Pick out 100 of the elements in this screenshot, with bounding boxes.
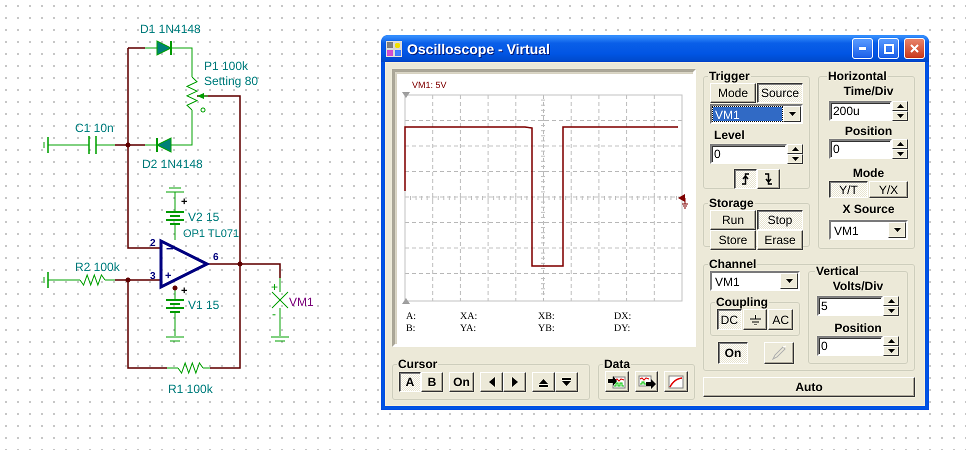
previous-button[interactable] — [480, 372, 503, 392]
spin-up-button[interactable] — [883, 296, 899, 306]
group-title: Channel — [708, 257, 758, 271]
spin-down-button[interactable] — [892, 111, 908, 121]
up-triangle-icon — [792, 147, 798, 151]
pin-number: 2 — [150, 238, 156, 249]
wire — [174, 312, 176, 336]
cursor-readout: YB: — [538, 323, 556, 335]
ground-icon — [750, 314, 760, 324]
down-arrow-icon — [562, 378, 571, 386]
close-button[interactable] — [904, 38, 925, 59]
cursor-readout: XA: — [460, 311, 478, 323]
time-div-field[interactable]: 200u — [829, 101, 892, 121]
pin-number: 3 — [150, 271, 156, 282]
polarity-mark: - — [272, 307, 276, 321]
cursor-button[interactable]: A — [399, 372, 421, 392]
ground-symbol — [166, 188, 184, 192]
spin-up-button[interactable] — [892, 139, 908, 149]
field-label: Position — [833, 320, 883, 336]
volts-div-field[interactable]: 5 — [817, 296, 883, 316]
polarity-mark: + — [165, 270, 172, 282]
component-label: C1 10n — [75, 121, 114, 135]
component-label: Setting 80 — [204, 74, 258, 88]
move-down-button[interactable] — [555, 372, 578, 392]
cursor-readout: DX: — [614, 311, 632, 323]
level-field[interactable]: 0 — [710, 144, 787, 164]
opamp-symbol — [160, 238, 210, 290]
spin-up-button[interactable] — [787, 144, 803, 154]
trigger-tab[interactable]: Source — [757, 83, 803, 103]
position-field[interactable]: 0 — [829, 139, 892, 159]
caret-icon — [786, 279, 792, 283]
minimize-button[interactable] — [852, 38, 873, 59]
cursor-readout: B: — [406, 323, 416, 335]
app-icon — [386, 40, 402, 56]
storage-button[interactable]: Run — [710, 210, 756, 230]
wire — [170, 48, 192, 78]
curve-button[interactable] — [664, 371, 688, 392]
field-label: X Source — [841, 201, 896, 217]
chart-to-arrow-icon — [638, 374, 656, 388]
wire — [174, 288, 176, 300]
junction-dot — [126, 142, 130, 148]
component-label: VM1 — [289, 295, 314, 309]
cursor-marker-icon — [402, 92, 410, 98]
source-dropdown[interactable]: VM1 — [710, 104, 803, 124]
group-title: Data — [603, 357, 632, 371]
component-label: V1 15 — [188, 298, 220, 312]
coupling-button[interactable]: AC — [768, 309, 794, 330]
wire — [174, 224, 176, 240]
field-label: Mode — [852, 165, 886, 181]
storage-button[interactable]: Stop — [757, 210, 803, 230]
channel-dropdown[interactable]: VM1 — [710, 271, 800, 291]
move-up-button[interactable] — [532, 372, 555, 392]
spin-up-button[interactable] — [883, 336, 899, 346]
ground-symbol — [166, 336, 184, 342]
cursor-readout: DY: — [614, 323, 632, 335]
group-title: Horizontal — [827, 69, 888, 83]
caret-icon — [788, 112, 796, 116]
slope-button[interactable] — [734, 169, 756, 189]
spin-down-button[interactable] — [787, 154, 803, 164]
left-arrow-icon — [488, 377, 494, 387]
maximize-button[interactable] — [878, 38, 899, 59]
spin-down-button[interactable] — [883, 346, 899, 356]
polarity-mark: + — [181, 196, 188, 208]
storage-button[interactable]: Erase — [757, 230, 803, 250]
up-triangle-icon — [896, 104, 904, 108]
pen-icon — [771, 345, 787, 361]
curve-chart-icon — [668, 374, 684, 388]
storage-button[interactable]: Store — [710, 230, 756, 250]
coupling-button[interactable] — [742, 309, 768, 330]
cursor-button[interactable]: On — [449, 372, 474, 392]
component-label: R2 100k — [75, 260, 120, 274]
group-title: Vertical — [815, 264, 860, 278]
auto-button[interactable]: Auto — [703, 377, 915, 397]
next-button[interactable] — [503, 372, 526, 392]
window-title: Oscilloscope - Virtual — [407, 40, 551, 56]
export-button[interactable] — [634, 371, 658, 392]
trigger-tab[interactable]: Mode — [710, 83, 756, 103]
ground-symbol — [270, 336, 290, 342]
group-title: Trigger — [708, 69, 751, 83]
x-source-dropdown[interactable]: VM1 — [829, 220, 908, 240]
resistor-symbol — [178, 362, 204, 374]
channel-on-button[interactable]: On — [718, 342, 748, 364]
position-field[interactable]: 0 — [817, 336, 883, 356]
cursor-marker-icon — [402, 298, 410, 304]
import-button[interactable] — [605, 371, 629, 392]
spin-down-button[interactable] — [892, 149, 908, 159]
field-label: Position — [844, 123, 894, 139]
spin-down-button[interactable] — [883, 306, 899, 316]
down-triangle-icon — [888, 309, 894, 313]
pin-number: 6 — [213, 252, 219, 263]
spin-up-button[interactable] — [892, 101, 908, 111]
up-triangle-icon — [896, 142, 904, 146]
junction-dot — [126, 278, 130, 282]
junction-dot — [238, 262, 242, 266]
caret-icon — [894, 228, 900, 232]
down-triangle-icon — [792, 157, 798, 161]
mode-button[interactable]: Y/X — [869, 181, 908, 198]
coupling-button[interactable]: DC — [717, 309, 742, 330]
cursor-button[interactable]: B — [421, 372, 443, 392]
mode-button[interactable]: Y/T — [829, 181, 868, 198]
